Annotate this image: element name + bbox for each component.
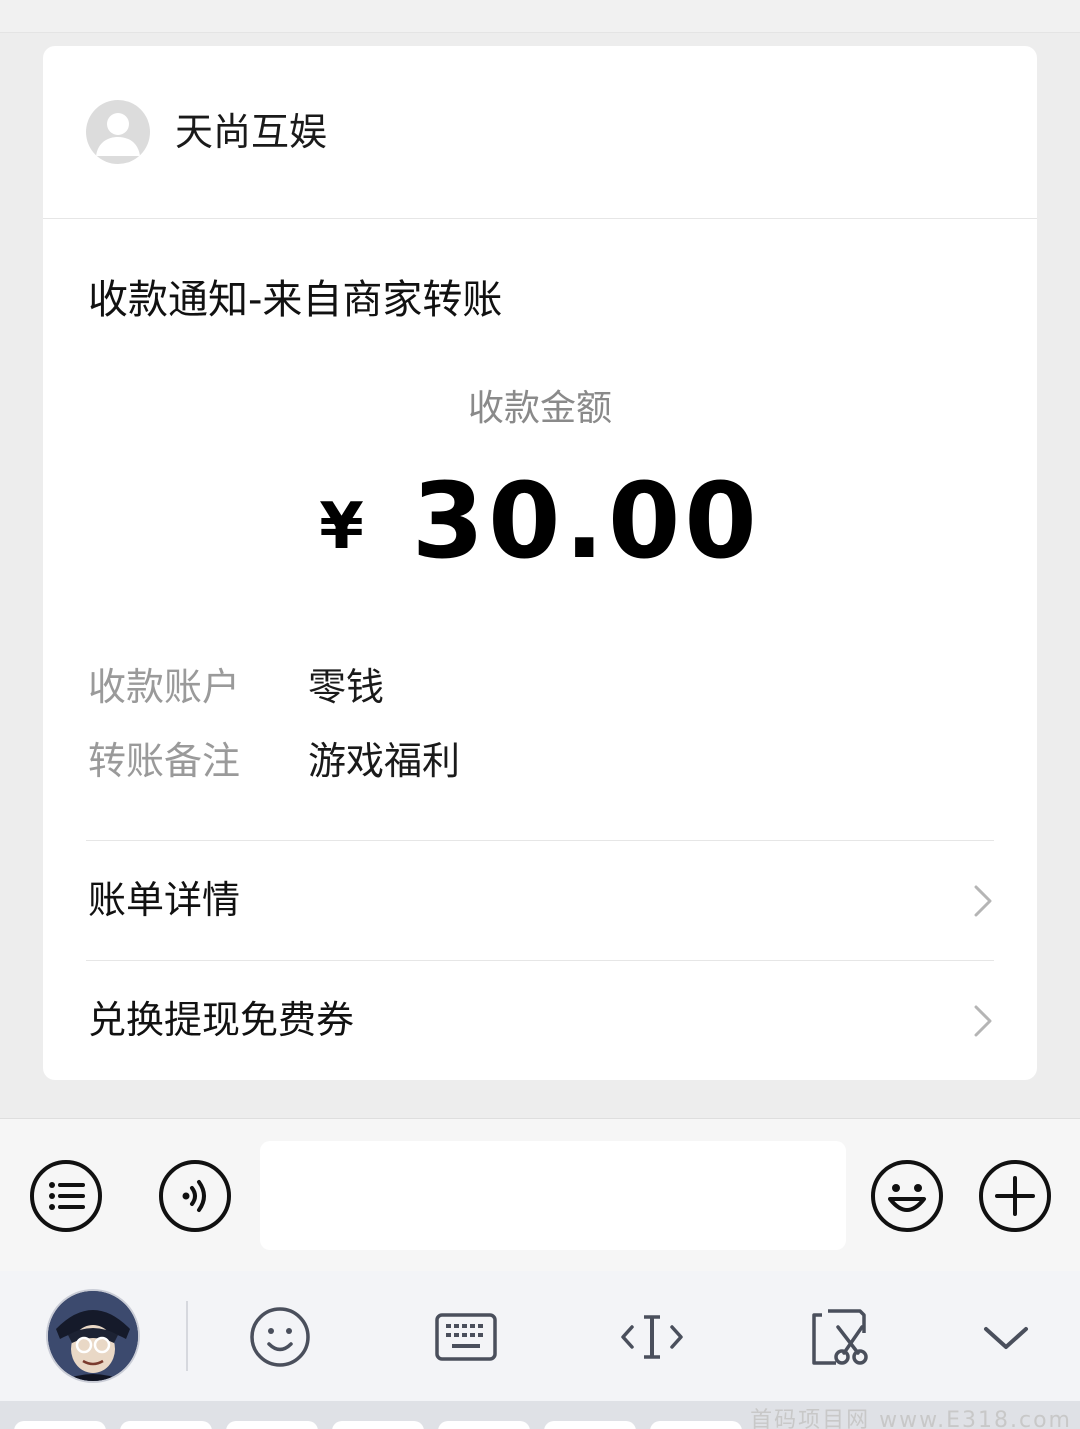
top-strip bbox=[0, 0, 1080, 33]
cursor-icon[interactable] bbox=[620, 1305, 684, 1369]
person-icon bbox=[96, 113, 140, 156]
keyboard-toolbar bbox=[0, 1271, 1080, 1401]
emoji-icon[interactable] bbox=[870, 1159, 944, 1233]
link-label: 兑换提现免费券 bbox=[88, 998, 355, 1042]
keyboard-icon[interactable] bbox=[434, 1305, 498, 1369]
amount-row: ¥30.00 bbox=[43, 466, 1037, 607]
free-withdraw-coupon-link[interactable]: 兑换提现免费券 bbox=[43, 962, 1037, 1080]
amount-label: 收款金额 bbox=[467, 388, 612, 429]
voice-icon[interactable] bbox=[158, 1159, 232, 1233]
amount-value: 30.00 bbox=[411, 460, 761, 582]
notice-title: 收款通知-来自商家转账 bbox=[88, 277, 503, 323]
avatar-illustration bbox=[48, 1291, 138, 1381]
message-input[interactable] bbox=[260, 1141, 846, 1250]
smiley-icon[interactable] bbox=[248, 1305, 312, 1369]
plus-icon[interactable] bbox=[978, 1159, 1052, 1233]
chat-input-bar bbox=[0, 1118, 1080, 1272]
list-icon[interactable] bbox=[29, 1159, 103, 1233]
keyboard-key[interactable] bbox=[438, 1421, 530, 1429]
detail-value: 游戏福利 bbox=[308, 739, 461, 783]
keyboard-key[interactable] bbox=[544, 1421, 636, 1429]
keyboard-key[interactable] bbox=[14, 1421, 106, 1429]
divider bbox=[86, 960, 994, 961]
chevron-right-icon bbox=[974, 885, 992, 917]
clipboard-scissors-icon[interactable] bbox=[808, 1305, 872, 1369]
keyboard-avatar[interactable] bbox=[46, 1289, 140, 1383]
detail-label: 收款账户 bbox=[88, 665, 241, 709]
sender-avatar[interactable] bbox=[86, 100, 150, 164]
currency-symbol: ¥ bbox=[319, 490, 364, 564]
detail-label: 转账备注 bbox=[88, 739, 241, 783]
keyboard-key[interactable] bbox=[120, 1421, 212, 1429]
toolbar-separator bbox=[186, 1301, 188, 1371]
chevron-down-icon[interactable] bbox=[974, 1305, 1038, 1369]
payment-notice-card[interactable]: 天尚互娱 收款通知-来自商家转账 收款金额 ¥30.00 收款账户 零钱 转账备… bbox=[43, 46, 1037, 1080]
keyboard-key[interactable] bbox=[650, 1421, 742, 1429]
keyboard-key[interactable] bbox=[332, 1421, 424, 1429]
bill-details-link[interactable]: 账单详情 bbox=[43, 842, 1037, 960]
keyboard-key[interactable] bbox=[226, 1421, 318, 1429]
link-label: 账单详情 bbox=[88, 878, 241, 922]
divider bbox=[86, 840, 994, 841]
sender-name: 天尚互娱 bbox=[175, 110, 328, 154]
detail-value: 零钱 bbox=[308, 665, 385, 709]
chevron-right-icon bbox=[974, 1005, 992, 1037]
watermark: 首码项目网 www.E318.com bbox=[750, 1408, 1072, 1429]
page: 天尚互娱 收款通知-来自商家转账 收款金额 ¥30.00 收款账户 零钱 转账备… bbox=[0, 0, 1080, 1429]
card-header[interactable]: 天尚互娱 bbox=[43, 46, 1037, 219]
